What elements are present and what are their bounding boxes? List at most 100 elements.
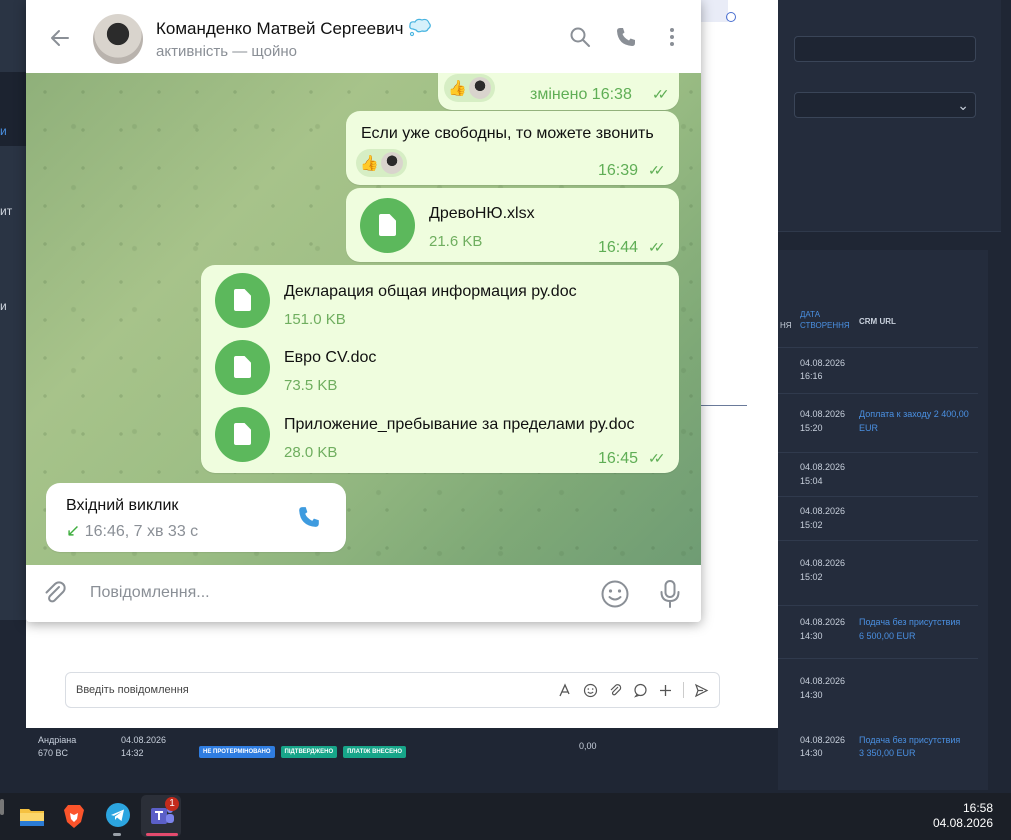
- crm-filter-select[interactable]: ⌄: [794, 92, 976, 118]
- table-row[interactable]: 04.08.2026 16:16: [778, 347, 978, 393]
- row-time: 15:04: [800, 476, 823, 486]
- check-circle-icon: [726, 12, 736, 22]
- reaction-chip[interactable]: 👍: [444, 74, 495, 102]
- crm-link[interactable]: EUR: [859, 422, 878, 435]
- emoji-icon[interactable]: [600, 579, 630, 614]
- file-icon[interactable]: [215, 407, 270, 462]
- taskbar-edge: [0, 799, 4, 815]
- status-badges: НЕ ПРОТЕРМІНОВАНО ПІДТВЕРДЖЕНО ПЛАТІЖ ВНЕС…: [199, 740, 412, 758]
- file-name[interactable]: Приложение_пребывание за пределами ру.do…: [284, 416, 635, 434]
- status-badge: НЕ ПРОТЕРМІНОВАНО: [199, 746, 275, 758]
- call-details: ↙ 16:46, 7 хв 33 с: [66, 521, 198, 541]
- avatar[interactable]: [93, 14, 143, 64]
- top-chip: [698, 0, 728, 22]
- row-time: 16:16: [800, 371, 823, 381]
- reaction-avatar: [380, 152, 403, 174]
- sidebar-item-label[interactable]: ит: [0, 204, 12, 218]
- crm-link[interactable]: Подача без присутствия: [859, 616, 960, 629]
- text-format-icon[interactable]: [558, 682, 573, 698]
- thumbs-up-emoji: 👍: [360, 155, 379, 172]
- row-date: 04.08.2026: [121, 735, 167, 745]
- file-icon[interactable]: [360, 198, 415, 253]
- comment-input[interactable]: Введіть повідомлення: [65, 672, 720, 708]
- emoji-icon[interactable]: [583, 683, 598, 698]
- paperclip-icon[interactable]: [42, 580, 68, 613]
- send-icon[interactable]: [694, 683, 709, 698]
- status-badge: ПІДТВЕРДЖЕНО: [280, 746, 338, 758]
- message-input[interactable]: Повідомлення...: [90, 584, 210, 602]
- chat-messages-area[interactable]: 👍 змінено 16:38 ✓✓ Если уже свободны, то…: [26, 73, 701, 565]
- chat-bubble-icon[interactable]: [633, 683, 648, 698]
- row-time: 14:30: [800, 748, 823, 758]
- row-date: 04.08.2026: [800, 676, 846, 686]
- table-row[interactable]: 04.08.2026 15:02: [778, 496, 978, 540]
- notification-badge: 1: [165, 797, 179, 811]
- microphone-icon[interactable]: [659, 579, 681, 614]
- row-client-name: Андріана: [38, 735, 77, 745]
- contact-name[interactable]: Команденко Матвей Сергеевич: [156, 17, 432, 42]
- table-row[interactable]: 04.08.2026 15:04: [778, 452, 978, 496]
- plus-icon[interactable]: [658, 683, 673, 698]
- file-name[interactable]: Декларация общая информация ру.doc: [284, 283, 577, 301]
- crm-link[interactable]: Подача без присутствия: [859, 734, 960, 747]
- chat-header: Команденко Матвей Сергеевич активність —…: [26, 0, 701, 73]
- crm-column-header-url[interactable]: CRM URL: [859, 316, 896, 327]
- more-vertical-icon[interactable]: [661, 26, 683, 48]
- file-message-bubble[interactable]: Декларация общая информация ру.doc 151.0…: [201, 265, 679, 473]
- file-icon[interactable]: [215, 273, 270, 328]
- brave-icon[interactable]: [59, 801, 89, 831]
- crm-link[interactable]: 6 500,00 EUR: [859, 630, 916, 643]
- message-time: 16:39: [598, 162, 639, 179]
- file-name[interactable]: ДревоНЮ.xlsx: [429, 205, 535, 223]
- row-time: 14:30: [800, 631, 823, 641]
- sidebar-item-label[interactable]: и: [0, 299, 7, 313]
- table-row[interactable]: 04.08.2026 14:30 Подача без присутствия …: [778, 605, 978, 658]
- crm-column-header-partial: НЯ: [780, 321, 792, 330]
- phone-icon[interactable]: [615, 26, 637, 48]
- read-check-icon: ✓✓: [648, 450, 666, 466]
- sidebar-item-label[interactable]: и: [0, 124, 7, 138]
- telegram-icon[interactable]: [104, 801, 134, 831]
- message-bubble[interactable]: 👍 змінено 16:38 ✓✓: [438, 73, 679, 110]
- message-time: змінено 16:38: [530, 86, 632, 103]
- message-composer[interactable]: Повідомлення...: [26, 565, 701, 622]
- table-row[interactable]: 04.08.2026 15:02: [778, 540, 978, 605]
- row-date: 04.08.2026: [800, 558, 846, 568]
- call-back-phone-icon[interactable]: [297, 505, 321, 534]
- table-row[interactable]: 04.08.2026 14:30: [778, 658, 978, 716]
- row-client-code: 670 BC: [38, 748, 69, 758]
- crm-column-header-date[interactable]: ДАТА СТВОРЕННЯ: [800, 309, 856, 331]
- row-date: 04.08.2026: [800, 617, 846, 627]
- clock-time: 16:58: [962, 801, 993, 815]
- row-date: 04.08.2026: [800, 409, 846, 419]
- read-check-icon: ✓✓: [648, 239, 666, 255]
- table-row[interactable]: 04.08.2026 15:20 Доплата к заходу 2 400,…: [778, 393, 978, 452]
- crm-sidebar: и ит и: [0, 0, 26, 620]
- call-message-bubble[interactable]: Вхідний виклик ↙ 16:46, 7 хв 33 с: [46, 483, 346, 552]
- file-size: 28.0 KB: [284, 444, 338, 461]
- reaction-chip[interactable]: 👍: [356, 149, 407, 177]
- crm-link[interactable]: Доплата к заходу 2 400,00: [859, 408, 969, 421]
- system-clock[interactable]: 16:58 04.08.2026: [933, 801, 993, 831]
- row-time: 15:02: [800, 572, 823, 582]
- message-bubble[interactable]: Если уже свободны, то можете звонить 👍 1…: [346, 111, 679, 185]
- attach-icon[interactable]: [608, 683, 623, 698]
- back-arrow-icon[interactable]: [48, 26, 72, 50]
- crm-link[interactable]: 3 350,00 EUR: [859, 747, 916, 760]
- crm-filter-input[interactable]: [794, 36, 976, 62]
- file-size: 21.6 KB: [429, 233, 483, 250]
- file-message-bubble[interactable]: ДревоНЮ.xlsx 21.6 KB 16:44 ✓✓: [346, 188, 679, 262]
- divider: [701, 405, 747, 406]
- table-row[interactable]: Андріана 670 BC 04.08.2026 14:32 НЕ ПРОТ…: [0, 728, 1000, 778]
- divider: [683, 682, 684, 698]
- file-explorer-icon[interactable]: [17, 801, 47, 831]
- search-icon[interactable]: [569, 26, 591, 48]
- status-badge: ПЛАТІЖ ВНЕСЕНО: [343, 746, 407, 758]
- header-actions: [569, 26, 683, 48]
- incoming-call-arrow-icon: ↙: [66, 521, 81, 540]
- row-date: 04.08.2026: [800, 358, 846, 368]
- row-time: 14:30: [800, 690, 823, 700]
- call-title: Вхідний виклик: [66, 497, 179, 514]
- file-icon[interactable]: [215, 340, 270, 395]
- file-name[interactable]: Евро CV.doc: [284, 349, 376, 367]
